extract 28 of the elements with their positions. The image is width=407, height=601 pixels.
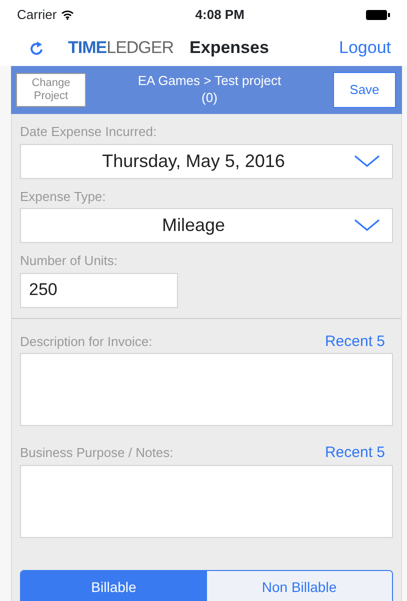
field-label: Date Expense Incurred:: [20, 123, 158, 141]
project-count: (0): [202, 90, 218, 107]
recent-link[interactable]: Recent 5: [324, 330, 385, 353]
battery-icon: [366, 10, 390, 20]
field-label: Number of Units:: [20, 252, 119, 270]
change-project-button[interactable]: Change Project: [16, 73, 86, 107]
dropdown-field[interactable]: Mileage: [20, 208, 393, 243]
field-label: Business Purpose / Notes:: [20, 444, 174, 462]
chevron-down-icon: [354, 154, 380, 168]
chevron-down-icon: [354, 219, 380, 232]
page-title: Expenses: [190, 37, 269, 60]
segment-button[interactable]: Billable: [21, 570, 206, 601]
segment-button[interactable]: Non Billable: [206, 570, 392, 601]
field-label: Expense Type:: [20, 188, 107, 206]
status-time: 4:08 PM: [195, 6, 244, 24]
field-label: Description for Invoice:: [20, 332, 152, 351]
logo: TIMELEDGER: [68, 37, 174, 60]
text-area[interactable]: [20, 353, 393, 426]
project-name: EA Games > Test project: [138, 73, 282, 90]
text-area[interactable]: [20, 464, 393, 538]
refresh-icon[interactable]: [30, 40, 44, 56]
input-field[interactable]: 250: [20, 272, 178, 308]
logout-link[interactable]: Logout: [339, 35, 391, 61]
save-button[interactable]: Save: [332, 72, 396, 108]
recent-link[interactable]: Recent 5: [324, 442, 385, 464]
wifi-icon: [60, 10, 74, 20]
carrier-label: Carrier: [17, 6, 57, 24]
dropdown-field[interactable]: Thursday, May 5, 2016: [20, 144, 393, 178]
